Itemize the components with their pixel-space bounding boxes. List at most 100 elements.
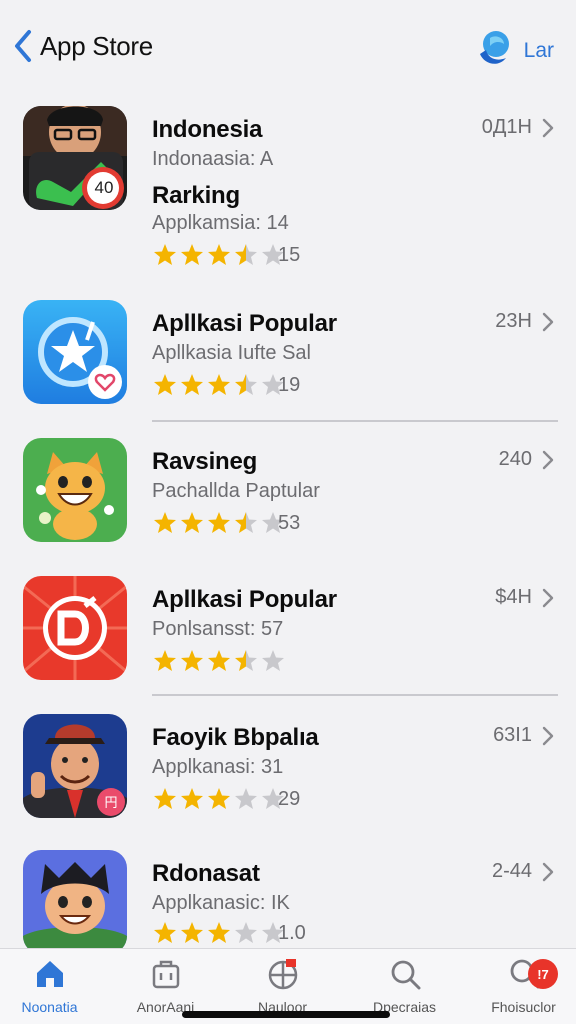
app-meta: 23H (495, 310, 532, 332)
tab-label: Noonatia (21, 999, 78, 1015)
list-item[interactable]: Apllkasi Popular Apllkasia Iufte Sal 19 … (0, 300, 576, 410)
star-empty-icon (235, 788, 257, 809)
tab-games[interactable]: Nauloor (225, 957, 340, 1015)
star-full-icon (154, 374, 176, 395)
app-meta-link[interactable]: 2-44 (492, 860, 554, 883)
nav-right-label: Lar (523, 38, 554, 62)
compass-star-icon[interactable] (23, 300, 127, 404)
list-item[interactable]: 円 Faoyik Bbpalıa Applkanasi: 31 29 63I1 (0, 714, 576, 824)
app-subtitle-secondary: Applkamsia: 14 (152, 212, 289, 234)
app-logo-icon[interactable] (474, 28, 512, 73)
app-meta: 2-44 (491, 860, 532, 882)
app-subtitle: Applkanasic: IK (152, 892, 290, 914)
home-icon (36, 961, 63, 987)
app-subtitle: Pachallda Paptular (152, 480, 320, 502)
rating-count: 53 (278, 512, 301, 534)
app-subtitle: Indonaasia: A (152, 148, 274, 170)
app-title: Apllkasi Popular (152, 586, 337, 613)
star-full-icon (154, 244, 176, 265)
star-half-icon (235, 244, 257, 265)
app-title: Apllkasi Popular (152, 310, 337, 337)
star-half-icon (235, 650, 257, 671)
rating-count: 1.0 (278, 922, 306, 944)
rating-count: 19 (278, 374, 301, 396)
app-meta: 0Д1Н (481, 116, 532, 138)
rating-count: 15 (278, 244, 301, 266)
app-meta: 63I1 (493, 724, 532, 746)
chevron-left-icon (15, 30, 31, 62)
app-title: Ravsineg (152, 448, 258, 475)
search-icon (391, 960, 420, 990)
star-rating (152, 920, 286, 944)
star-rating (152, 242, 286, 266)
app-meta-link[interactable]: 23H (495, 310, 554, 333)
back-label: App Store (40, 30, 153, 61)
star-full-icon (181, 512, 203, 533)
star-full-icon (208, 650, 230, 671)
star-full-icon (181, 922, 203, 943)
app-subtitle: Apllkasia Iufte Sal (152, 342, 311, 364)
star-half-icon (235, 374, 257, 395)
list-item[interactable]: Rdonasat Applkanasic: IK 1.0 2-44 (0, 850, 576, 948)
home-indicator (182, 1011, 390, 1018)
letter-d-icon[interactable] (23, 576, 127, 680)
cat-mascot-icon[interactable] (23, 438, 127, 542)
star-full-icon (154, 650, 176, 671)
star-full-icon (208, 244, 230, 265)
app-meta: $4H (495, 586, 532, 608)
divider (152, 694, 558, 696)
star-empty-icon (235, 922, 257, 943)
star-full-icon (181, 650, 203, 671)
star-rating (152, 510, 286, 534)
notification-badge: !7 (528, 959, 558, 989)
chevron-right-icon (542, 588, 554, 607)
list-item[interactable]: Apllkasi Popular Ponlsansst: 57 $4H (0, 576, 576, 686)
globe-icon (268, 959, 297, 990)
app-meta-link[interactable]: 63I1 (493, 724, 554, 747)
star-rating (152, 786, 286, 810)
svg-text:円: 円 (104, 796, 117, 811)
star-full-icon (208, 512, 230, 533)
app-meta-link[interactable]: 0Д1Н (482, 116, 554, 139)
app-title-secondary: Rarking (152, 182, 240, 209)
tab-home[interactable]: Noonatia (0, 957, 107, 1015)
tab-apps[interactable]: AnorAani (108, 957, 223, 1015)
star-half-icon (235, 512, 257, 533)
navigation-bar: App Store Lar (0, 0, 576, 96)
chevron-right-icon (542, 312, 554, 331)
chevron-right-icon (542, 862, 554, 881)
divider (152, 420, 558, 422)
tab-profile[interactable]: !7 Fhoisuclor (466, 957, 576, 1015)
app-title: Faoyik Bbpalıa (152, 724, 319, 751)
list-item[interactable]: Ravsineg Pachallda Paptular 53 240 (0, 438, 576, 548)
tab-search[interactable]: Dpecraias (347, 957, 462, 1015)
cartoon-boy-icon[interactable] (23, 850, 127, 948)
rank-badge: 40 (94, 178, 114, 197)
chevron-right-icon (542, 726, 554, 745)
app-meta-link[interactable]: 240 (499, 448, 554, 471)
star-full-icon (181, 244, 203, 265)
app-title: Rdonasat (152, 860, 260, 887)
star-empty-icon (262, 650, 284, 671)
star-full-icon (208, 374, 230, 395)
star-full-icon (154, 788, 176, 809)
star-full-icon (208, 922, 230, 943)
back-button[interactable]: App Store (12, 28, 153, 64)
app-title: Indonesia (152, 116, 263, 143)
star-full-icon (181, 788, 203, 809)
star-full-icon (208, 788, 230, 809)
star-rating (152, 648, 286, 672)
star-full-icon (154, 922, 176, 943)
star-rating (152, 372, 286, 396)
app-list: 40 Indonesia Indonaasia: A Rarking Applk… (0, 96, 576, 948)
app-subtitle: Applkanasi: 31 (152, 756, 284, 778)
app-subtitle: Ponlsansst: 57 (152, 618, 284, 640)
rating-count: 29 (278, 788, 301, 810)
star-full-icon (154, 512, 176, 533)
star-full-icon (181, 374, 203, 395)
app-meta: 240 (498, 448, 532, 470)
nav-right-control[interactable]: Lar (474, 28, 554, 73)
list-item[interactable]: 40 Indonesia Indonaasia: A Rarking Applk… (0, 106, 576, 281)
app-meta-link[interactable]: $4H (495, 586, 554, 609)
man-hat-icon[interactable]: 円 (23, 714, 127, 818)
